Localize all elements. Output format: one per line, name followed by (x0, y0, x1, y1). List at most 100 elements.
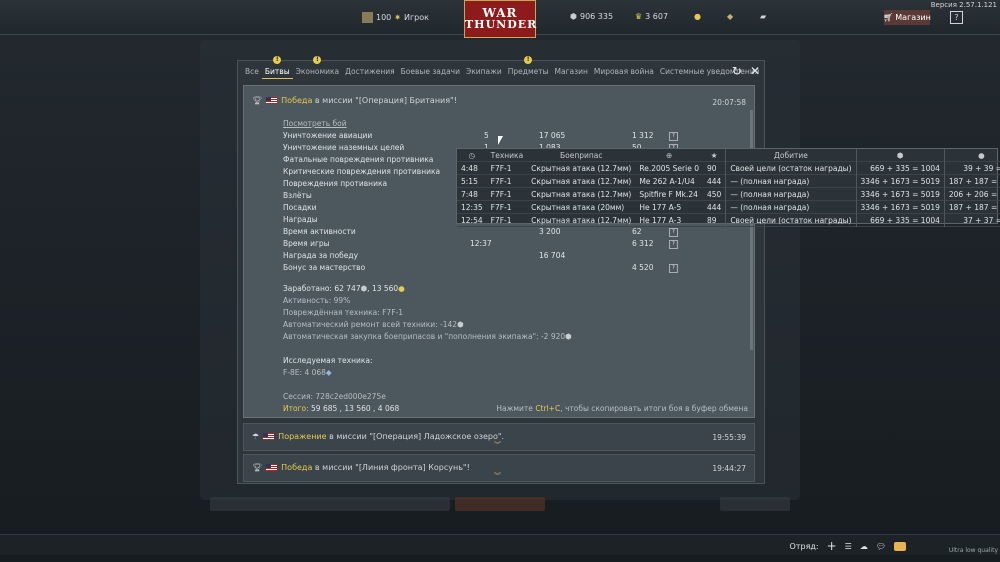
info-icon[interactable]: ? (669, 228, 678, 237)
coupons-button[interactable]: ▰ (760, 12, 766, 21)
usa-flag-icon (266, 464, 278, 471)
copy-hint: Нажмите Ctrl+C, чтобы скопировать итоги … (496, 404, 748, 413)
activity-line: Активность: 99% (283, 296, 351, 305)
reward-label: Уничтожение наземных целей (283, 143, 405, 152)
help-button[interactable]: ? (950, 11, 963, 24)
reward-silver: 16 704 (539, 251, 566, 260)
battle-time: 19:55:39 (712, 433, 746, 442)
battle-time: 19:44:27 (712, 464, 746, 473)
research-title: Исследуемая техника: (283, 356, 373, 365)
reward-rp: 62 (632, 227, 642, 236)
kill-points: 450 (706, 189, 722, 199)
kill-rp: 187 + 187 = 374 (943, 174, 1000, 188)
war-thunder-logo[interactable]: WAR THUNDER (464, 0, 536, 38)
tab-battles[interactable]: ! Битвы (261, 56, 293, 79)
reward-rp: 1 312 (632, 131, 654, 140)
reward-label: Повреждения противника (283, 179, 388, 188)
kill-time: 12:35 (461, 202, 483, 212)
tab-achievements[interactable]: Достижения (342, 65, 397, 79)
list-icon[interactable]: ☰ (845, 542, 852, 551)
rank-star-icon: ✷ (394, 13, 401, 22)
eagle-icon: ♛ (635, 12, 643, 21)
table-row: 4:48 F7F-1 Скрытная атака (12.7мм) Re.2005 … (457, 161, 1000, 175)
expand-chevron-icon[interactable]: ︾ (494, 440, 501, 450)
tab-items[interactable]: ! Предметы (505, 56, 552, 79)
tab-crews[interactable]: Экипажи (463, 65, 505, 79)
rp-icon: ◆ (325, 368, 332, 377)
col-finish: Добитие (725, 149, 857, 162)
battle-card-expanded[interactable]: 🏆︎ Победа в миссии "[Операция] Британия"… (243, 85, 755, 418)
refresh-icon[interactable]: ↻ (732, 64, 742, 78)
kill-rp: 187 + 187 = 374 (943, 200, 1000, 214)
kill-silver: 669 + 335 = 1004 (855, 213, 945, 227)
rp-icon: ● (943, 149, 1000, 162)
kill-ammo: Скрытная атака (12.7мм) (531, 163, 632, 173)
kill-rp: 37 + 37 = 74 (943, 213, 1000, 227)
kill-time: 7:48 (461, 189, 478, 199)
silver-icon: ⬢ (855, 149, 945, 162)
chat-icon[interactable]: 💬︎ (876, 542, 886, 551)
battle-card-collapsed[interactable]: 🏆︎ Победа в миссии "[Линия фронта] Корсу… (243, 454, 755, 482)
kill-vehicle: F7F-1 (490, 176, 512, 186)
kill-rp: 39 + 39 = 78 (943, 161, 1000, 175)
session-id: Сессия: 728c2ed000e275e (283, 392, 386, 401)
silver-icon: ⬢ (565, 332, 572, 341)
tab-battle-tasks[interactable]: Боевые задачи (398, 65, 463, 79)
kill-finish: Своей цели (остаток награды) (725, 161, 857, 175)
reward-label: Бонус за мастерство (283, 263, 366, 272)
add-squad-icon[interactable]: + (827, 539, 837, 553)
info-icon[interactable]: ? (669, 132, 678, 141)
usa-flag-icon (266, 97, 278, 104)
kill-target: Spitfire F Mk.24 (639, 189, 698, 199)
background-button (210, 497, 450, 511)
kill-time: 4:48 (461, 163, 478, 173)
tab-all[interactable]: Все (242, 65, 262, 79)
expand-chevron-icon[interactable]: ︾ (494, 471, 501, 481)
kill-time: 5:15 (461, 176, 478, 186)
kill-silver: 3346 + 1673 = 5019 (855, 187, 945, 201)
view-battle-link[interactable]: Посмотреть бой (283, 119, 347, 128)
golden-eagles-balance[interactable]: ♛ 3 607 (635, 12, 668, 21)
reward-label: Уничтожение авиации (283, 131, 373, 140)
battle-card-collapsed[interactable]: ☂︎ Поражение в миссии "[Операция] Ладожс… (243, 423, 755, 451)
reward-label: Время игры (283, 239, 330, 248)
shop-button[interactable]: 🛒︎ Магазин (883, 10, 931, 25)
rp-icon: ● (398, 284, 405, 293)
kill-ammo: Скрытная атака (12.7мм) (531, 189, 632, 199)
reward-label: Критические повреждения противника (283, 167, 441, 176)
player-info[interactable]: 100 ✷ Игрок (362, 12, 429, 23)
info-icon[interactable]: ? (669, 264, 678, 273)
info-icon[interactable]: ? (669, 240, 678, 249)
contacts-icon[interactable]: ☁︎ (860, 542, 868, 551)
mail-icon[interactable] (894, 541, 906, 551)
kill-vehicle: F7F-1 (490, 189, 512, 199)
background-button (720, 497, 790, 511)
kills-table: ◷ Техника Боеприпас ⊕ ★ Добитие ⬢ ● 4:48… (457, 149, 1000, 227)
clock-icon: ◷ (468, 150, 476, 160)
kill-target: Me 262 A-1/U4 (639, 176, 695, 186)
kill-target: Не 177 А-3 (639, 215, 682, 225)
kill-ammo: Скрытная атака (12.7мм) (531, 215, 632, 225)
reward-label: Награда за победу (283, 251, 359, 260)
cart-icon: 🛒︎ (883, 13, 894, 22)
window-controls: ↻ ✕ (732, 64, 760, 78)
kill-points: 90 (706, 163, 717, 173)
reward-rp: 6 312 (632, 239, 654, 248)
close-icon[interactable]: ✕ (750, 64, 760, 78)
rank-value: 100 (376, 13, 392, 22)
card-scrollbar[interactable] (750, 110, 753, 350)
col-ammo: Боеприпас (559, 150, 603, 160)
earned-summary: Заработано: 62 747⬢, 13 560● (283, 284, 405, 293)
trophy-icon: 🏆︎ (252, 96, 263, 105)
reward-count: 5 (484, 131, 489, 140)
version-label: Версия 2.57.1.121 (930, 1, 997, 9)
silver-lions-balance[interactable]: ⬢ 906 335 (570, 12, 613, 21)
tab-shop[interactable]: Магазин (552, 65, 591, 79)
tab-world-war[interactable]: Мировая война (591, 65, 657, 79)
warbonds-button[interactable]: ◆ (727, 12, 733, 21)
kill-ammo: Скрытная атака (20мм) (531, 202, 625, 212)
kill-vehicle: F7F-1 (490, 215, 512, 225)
kill-target: Не 177 А-5 (639, 202, 682, 212)
premium-icon-button[interactable]: ● (694, 12, 701, 21)
tab-economy[interactable]: ! Экономика (293, 56, 343, 79)
